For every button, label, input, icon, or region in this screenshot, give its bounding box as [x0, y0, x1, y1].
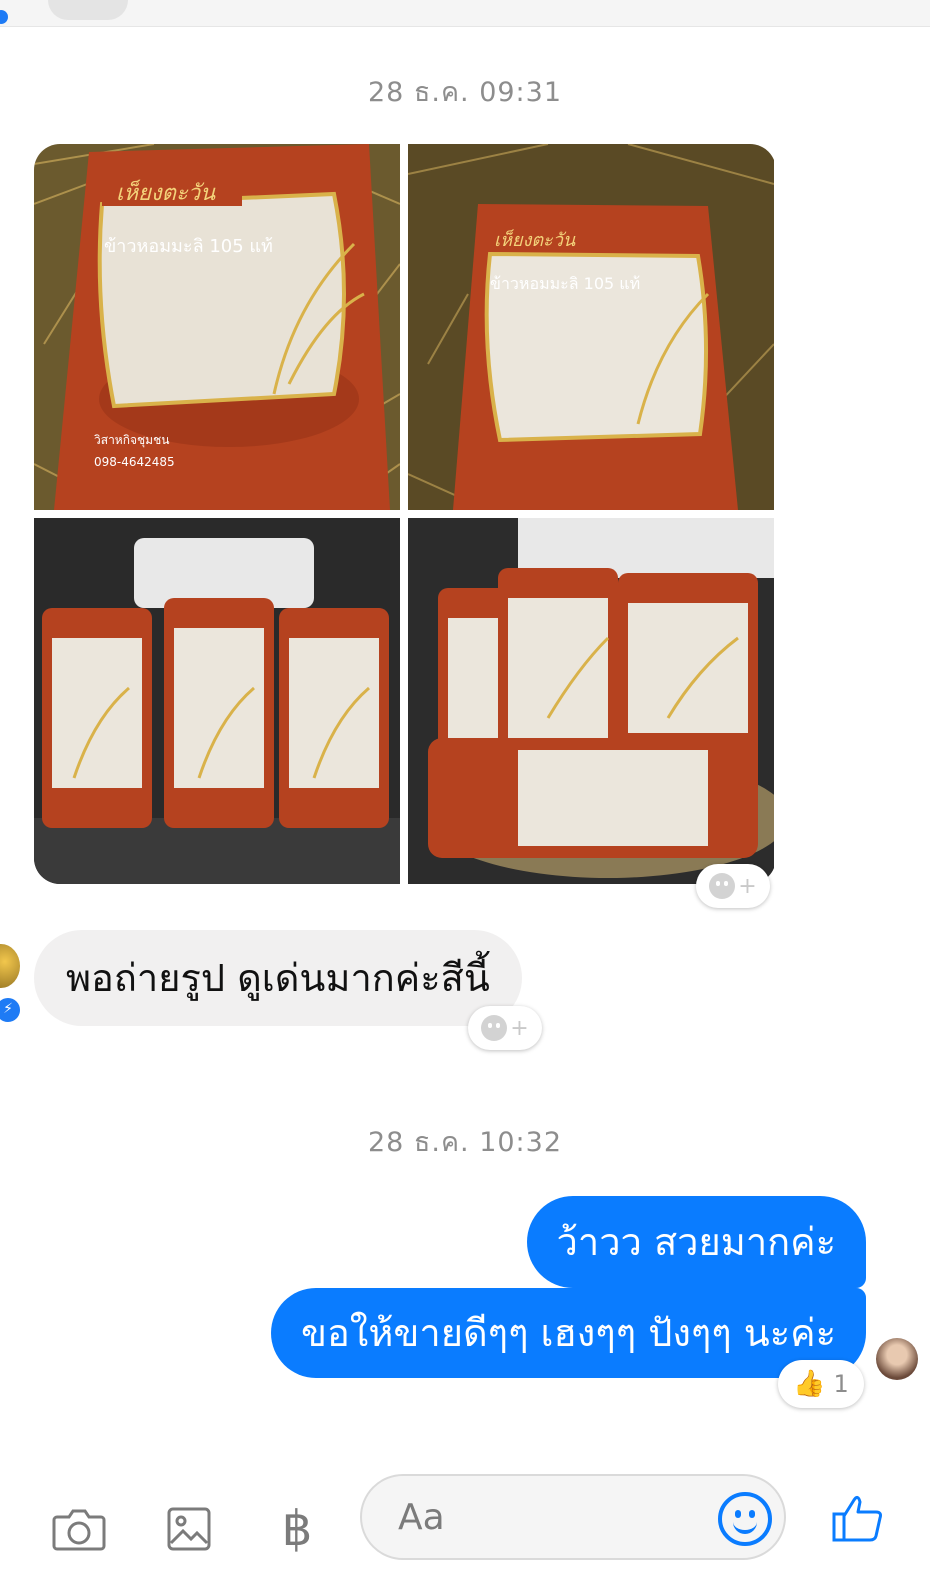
messenger-icon: ⚡ — [0, 996, 22, 1024]
timestamp: 28 ธ.ค. 09:31 — [367, 77, 563, 108]
messenger-chat: 28 ธ.ค. 09:31 เห็ยงตะวัน ข้าวหอมมะลิ 105… — [0, 0, 930, 1576]
composer-bar: ฿ Aa — [0, 1460, 930, 1576]
smiley-icon — [481, 1015, 508, 1041]
add-reaction-button[interactable]: + — [696, 864, 770, 908]
bag-brand-text: เห็ยงตะวัน — [116, 179, 216, 206]
plus-icon: + — [738, 873, 757, 899]
reaction-badge[interactable]: 👍 1 — [778, 1360, 864, 1408]
photo-grid: เห็ยงตะวัน ข้าวหอมมะลิ 105 แท้ วิสาหกิจช… — [34, 144, 776, 884]
previous-message-strip — [0, 0, 930, 27]
rice-bags-truck-photo[interactable] — [34, 518, 400, 884]
baht-icon[interactable]: ฿ — [266, 1498, 328, 1560]
bag-product-text: ข้าวหอมมะลิ 105 แท้ — [490, 274, 640, 293]
seen-avatar — [876, 1338, 918, 1380]
emoji-icon[interactable] — [718, 1492, 772, 1546]
previous-bubble-remnant — [48, 0, 128, 20]
rice-bag-photo[interactable]: เห็ยงตะวัน ข้าวหอมมะลิ 105 แท้ — [408, 144, 774, 510]
bag-product-text: ข้าวหอมมะลิ 105 แท้ — [104, 236, 273, 257]
like-icon[interactable] — [830, 1490, 886, 1546]
rice-bags-truck-photo[interactable] — [408, 518, 774, 884]
incoming-message-bubble[interactable]: พอถ่ายรูป ดูเด่นมากค่ะสีนี้ — [34, 930, 522, 1026]
plus-icon: + — [510, 1015, 529, 1041]
bag-brand-text: เห็ยงตะวัน — [494, 229, 576, 251]
gallery-icon[interactable] — [158, 1498, 220, 1560]
svg-text:098-4642485: 098-4642485 — [94, 455, 175, 469]
timestamp: 28 ธ.ค. 10:32 — [367, 1127, 563, 1158]
svg-text:วิสาหกิจชุมชน: วิสาหกิจชุมชน — [94, 433, 170, 448]
reaction-count: 1 — [833, 1370, 849, 1398]
rice-bag-photo[interactable]: เห็ยงตะวัน ข้าวหอมมะลิ 105 แท้ วิสาหกิจช… — [34, 144, 400, 510]
contact-avatar[interactable] — [0, 944, 20, 988]
message-input-placeholder: Aa — [398, 1497, 445, 1538]
smiley-icon — [709, 873, 736, 899]
messenger-badge-remnant — [0, 10, 8, 24]
thumbs-up-icon: 👍 — [793, 1369, 826, 1399]
camera-icon[interactable] — [48, 1498, 110, 1560]
outgoing-message-bubble[interactable]: ขอให้ขายดีๆๆ เฮงๆๆ ปังๆๆ นะค่ะ — [271, 1288, 866, 1378]
outgoing-message-bubble[interactable]: ว้าวว สวยมากค่ะ — [526, 1196, 866, 1288]
add-reaction-button[interactable]: + — [468, 1006, 542, 1050]
